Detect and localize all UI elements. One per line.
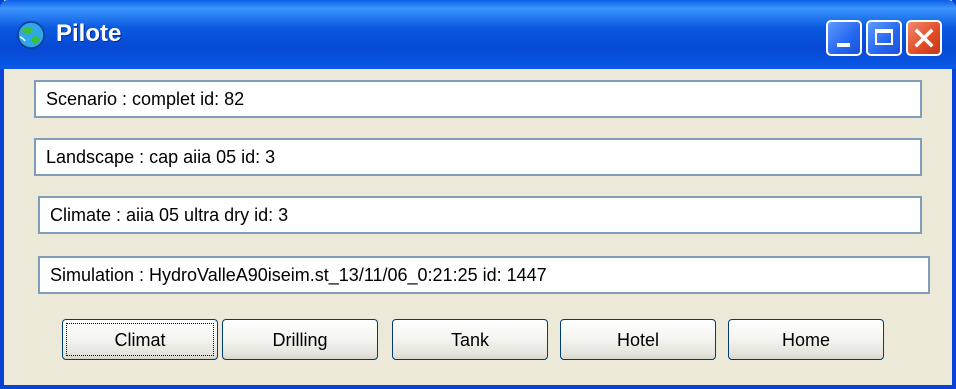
minimize-icon (837, 43, 850, 47)
drilling-button[interactable]: Drilling (222, 319, 378, 360)
close-button[interactable] (906, 20, 942, 56)
tank-button[interactable]: Tank (392, 319, 548, 360)
window-title: Pilote (56, 20, 122, 47)
home-button[interactable]: Home (728, 319, 884, 360)
maximize-button[interactable] (866, 20, 902, 56)
climat-button[interactable]: Climat (62, 319, 218, 360)
maximize-icon (875, 29, 893, 45)
pilote-window: Pilote Scenario : complet id: 82 Landsca… (0, 0, 956, 389)
globe-icon (17, 21, 45, 49)
climate-field: Climate : aiia 05 ultra dry id: 3 (38, 196, 922, 234)
hotel-button[interactable]: Hotel (560, 319, 716, 360)
title-bar[interactable]: Pilote (0, 0, 956, 69)
simulation-field: Simulation : HydroValleA90iseim.st_13/11… (38, 256, 930, 294)
scenario-field: Scenario : complet id: 82 (34, 80, 922, 118)
minimize-button[interactable] (826, 20, 862, 56)
close-icon (914, 28, 934, 48)
landscape-field: Landscape : cap aiia 05 id: 3 (34, 138, 922, 176)
